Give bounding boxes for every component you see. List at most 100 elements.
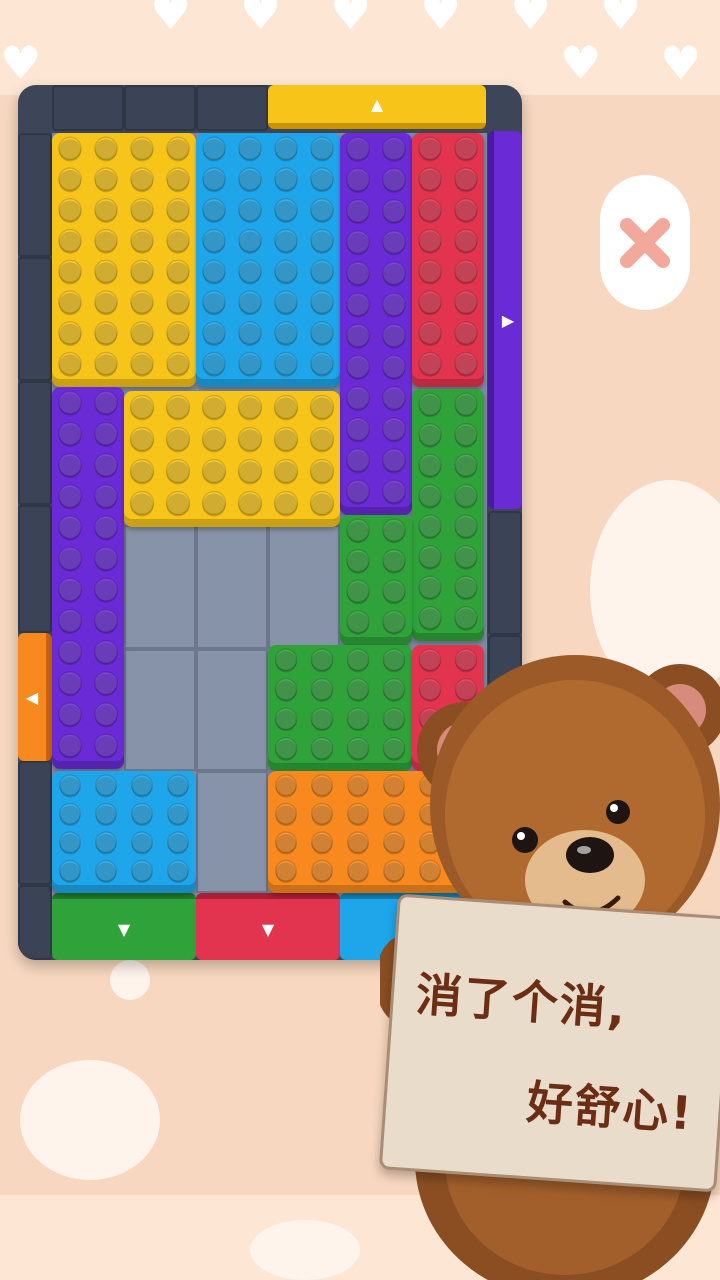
stud	[346, 774, 370, 797]
stud	[274, 707, 298, 731]
stud	[418, 606, 442, 630]
purple-block-left[interactable]	[52, 387, 124, 769]
stud-grid	[418, 392, 478, 631]
wall-segment	[18, 133, 52, 257]
stud	[309, 458, 335, 484]
stud	[129, 426, 155, 452]
stud	[165, 458, 191, 484]
close-icon	[600, 175, 690, 310]
stud	[274, 802, 298, 825]
purple-block-tall[interactable]	[340, 133, 412, 515]
stud	[58, 290, 82, 314]
stud	[58, 515, 82, 540]
wall-segment	[488, 511, 522, 635]
stud	[166, 228, 190, 253]
stud-grid	[202, 136, 334, 377]
stud	[58, 484, 82, 509]
stud	[237, 394, 263, 420]
stud	[238, 351, 262, 376]
empty-cell	[124, 525, 196, 649]
stud	[130, 228, 154, 253]
stud	[166, 167, 190, 191]
stud	[346, 648, 370, 672]
stud	[273, 490, 299, 516]
stud	[346, 831, 370, 854]
top-yellow-gate[interactable]: ▲	[268, 85, 486, 129]
stud	[94, 546, 118, 571]
stud	[418, 484, 442, 508]
right-purple-gate[interactable]: ▶	[488, 131, 522, 509]
stud	[346, 707, 370, 731]
stud	[382, 385, 406, 410]
heart-icon: ♥	[420, 0, 462, 40]
stud	[94, 484, 118, 509]
heart-icon: ♥	[510, 0, 552, 40]
yellow-block-wide[interactable]	[124, 391, 340, 527]
arrow-down-icon: ▼	[261, 920, 275, 939]
stud	[94, 515, 118, 540]
stud	[382, 230, 406, 255]
stud	[454, 228, 478, 253]
bottom-red-gate[interactable]: ▼	[196, 893, 340, 960]
stud	[274, 228, 298, 253]
stud	[130, 136, 154, 161]
stud	[418, 453, 442, 477]
heart-icon: ♥	[560, 36, 602, 90]
stud-grid	[346, 518, 406, 635]
stud	[166, 859, 190, 882]
stud	[58, 702, 82, 727]
heart-icon: ♥	[330, 0, 372, 40]
stud	[382, 448, 406, 473]
stud	[166, 351, 190, 376]
wall-segment	[18, 257, 52, 381]
stud	[310, 677, 334, 701]
stud	[273, 458, 299, 484]
green-block-right[interactable]	[412, 389, 484, 641]
blue-block-large[interactable]	[196, 133, 340, 387]
stud	[238, 259, 262, 284]
stud	[130, 831, 154, 854]
stud	[238, 321, 262, 345]
arrow-up-icon: ▲	[370, 94, 384, 114]
stud	[382, 136, 406, 161]
stud	[346, 198, 370, 223]
stud	[418, 198, 442, 222]
stud	[94, 167, 118, 191]
yellow-block-large[interactable]	[52, 133, 196, 387]
stud	[58, 802, 82, 825]
stud	[94, 702, 118, 727]
stud	[94, 390, 118, 415]
green-block-l[interactable]	[340, 515, 412, 645]
stud	[94, 577, 118, 602]
blue-block-bottom[interactable]	[52, 771, 196, 893]
stud	[454, 423, 478, 447]
stud	[58, 421, 82, 446]
stud	[454, 575, 478, 599]
stud	[418, 290, 442, 314]
stud	[165, 426, 191, 452]
stud	[346, 167, 370, 192]
red-block-top[interactable]	[412, 133, 484, 387]
stud	[346, 417, 370, 442]
bottom-green-gate[interactable]: ▼	[52, 893, 196, 960]
stud	[202, 321, 226, 345]
left-orange-gate[interactable]: ◀	[18, 633, 52, 761]
stud	[94, 228, 118, 253]
stud	[94, 802, 118, 825]
stud	[454, 290, 478, 314]
stud-grid	[58, 136, 190, 377]
arrow-left-icon: ◀	[25, 687, 39, 707]
stud	[58, 136, 82, 161]
stud	[58, 577, 82, 602]
stud	[454, 484, 478, 508]
stud	[418, 545, 442, 569]
stud	[94, 321, 118, 345]
stud	[58, 774, 82, 797]
stud	[454, 545, 478, 569]
wall-segment	[18, 885, 52, 960]
stud	[202, 259, 226, 284]
stud	[166, 259, 190, 284]
stud	[418, 136, 442, 161]
stud	[454, 321, 478, 345]
stud	[94, 831, 118, 854]
